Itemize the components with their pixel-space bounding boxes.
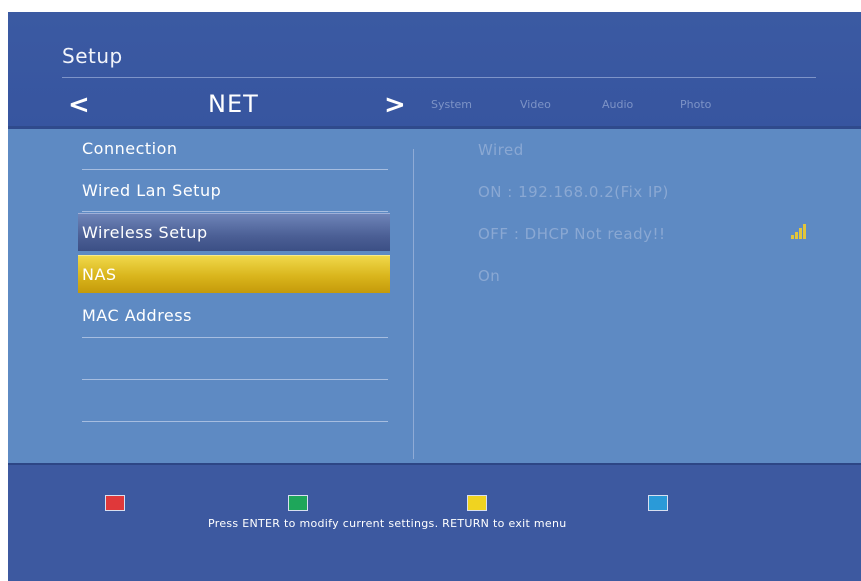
menu-item-mac-address[interactable]: MAC Address [78, 297, 390, 335]
header: Setup < NET > System Video Audio Photo [8, 12, 861, 128]
tab-system[interactable]: System [431, 98, 472, 111]
page-title: Setup [62, 44, 123, 68]
wifi-signal-icon [791, 224, 806, 239]
settings-panel: Connection Wired Lan Setup Wireless Setu… [8, 129, 861, 463]
menu-divider [82, 169, 388, 170]
wireless-value: OFF : DHCP Not ready!! [478, 225, 666, 243]
menu-divider-empty [82, 421, 388, 422]
green-key-button[interactable] [288, 495, 308, 511]
tab-photo[interactable]: Photo [680, 98, 711, 111]
menu-item-connection[interactable]: Connection [78, 130, 390, 168]
nas-value: On [478, 267, 501, 285]
tab-video[interactable]: Video [520, 98, 551, 111]
red-key-button[interactable] [105, 495, 125, 511]
header-divider [62, 77, 816, 78]
column-divider [413, 149, 414, 459]
menu-divider-empty [82, 379, 388, 380]
blue-key-button[interactable] [648, 495, 668, 511]
prev-tab-arrow-icon[interactable]: < [68, 90, 90, 120]
footer-hint: Press ENTER to modify current settings. … [208, 517, 567, 530]
wired-lan-value: ON : 192.168.0.2(Fix IP) [478, 183, 669, 201]
tab-net[interactable]: NET [208, 90, 259, 118]
tv-setup-screen: Setup < NET > System Video Audio Photo C… [8, 12, 861, 581]
menu-item-nas[interactable]: NAS [78, 255, 390, 293]
footer: Press ENTER to modify current settings. … [8, 463, 861, 581]
menu-item-wired-lan-setup[interactable]: Wired Lan Setup [78, 172, 390, 210]
yellow-key-button[interactable] [467, 495, 487, 511]
menu-divider [82, 337, 388, 338]
menu-item-wireless-setup[interactable]: Wireless Setup [78, 213, 390, 251]
next-tab-arrow-icon[interactable]: > [384, 90, 406, 120]
tab-audio[interactable]: Audio [602, 98, 633, 111]
menu-divider [82, 211, 388, 212]
connection-value: Wired [478, 141, 524, 159]
